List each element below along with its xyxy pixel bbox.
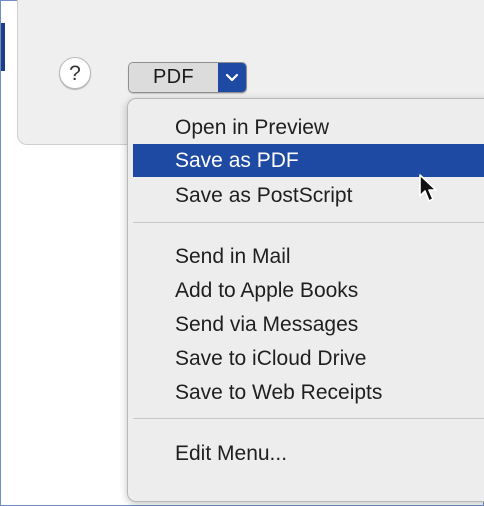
menu-item-label: Add to Apple Books: [175, 278, 359, 302]
menu-item-save-to-icloud-drive[interactable]: Save to iCloud Drive: [133, 342, 484, 375]
menu-item-label: Send via Messages: [175, 312, 359, 336]
menu-separator: [133, 222, 484, 223]
menu-item-open-in-preview[interactable]: Open in Preview: [133, 111, 484, 144]
pdf-dropdown-menu: Open in Preview Save as PDF Save as Post…: [127, 98, 484, 502]
screenshot-frame: ? PDF Open in Preview Save as PDF Save a…: [0, 0, 484, 506]
menu-item-label: Open in Preview: [175, 115, 330, 139]
menu-item-send-in-mail[interactable]: Send in Mail: [133, 240, 484, 273]
menu-item-label: Save to iCloud Drive: [175, 346, 367, 370]
chevron-down-icon-svg: [225, 73, 239, 81]
menu-separator: [133, 418, 484, 419]
menu-item-save-to-web-receipts[interactable]: Save to Web Receipts: [133, 376, 484, 409]
question-icon: ?: [69, 61, 81, 85]
help-button[interactable]: ?: [59, 57, 91, 89]
chevron-down-icon[interactable]: [218, 63, 246, 92]
menu-item-label: Send in Mail: [175, 244, 291, 268]
menu-item-edit-menu[interactable]: Edit Menu...: [133, 437, 484, 470]
menu-item-label: Save as PDF: [175, 148, 299, 172]
pdf-menu-button[interactable]: PDF: [128, 62, 247, 93]
menu-item-label: Edit Menu...: [175, 441, 288, 465]
menu-item-label: Save as PostScript: [175, 183, 353, 207]
mouse-cursor-icon: [419, 174, 437, 202]
menu-item-add-to-apple-books[interactable]: Add to Apple Books: [133, 274, 484, 307]
window-edge-accent: [1, 23, 5, 71]
menu-item-label: Save to Web Receipts: [175, 380, 383, 404]
pdf-button-label: PDF: [129, 63, 218, 92]
menu-item-send-via-messages[interactable]: Send via Messages: [133, 308, 484, 341]
